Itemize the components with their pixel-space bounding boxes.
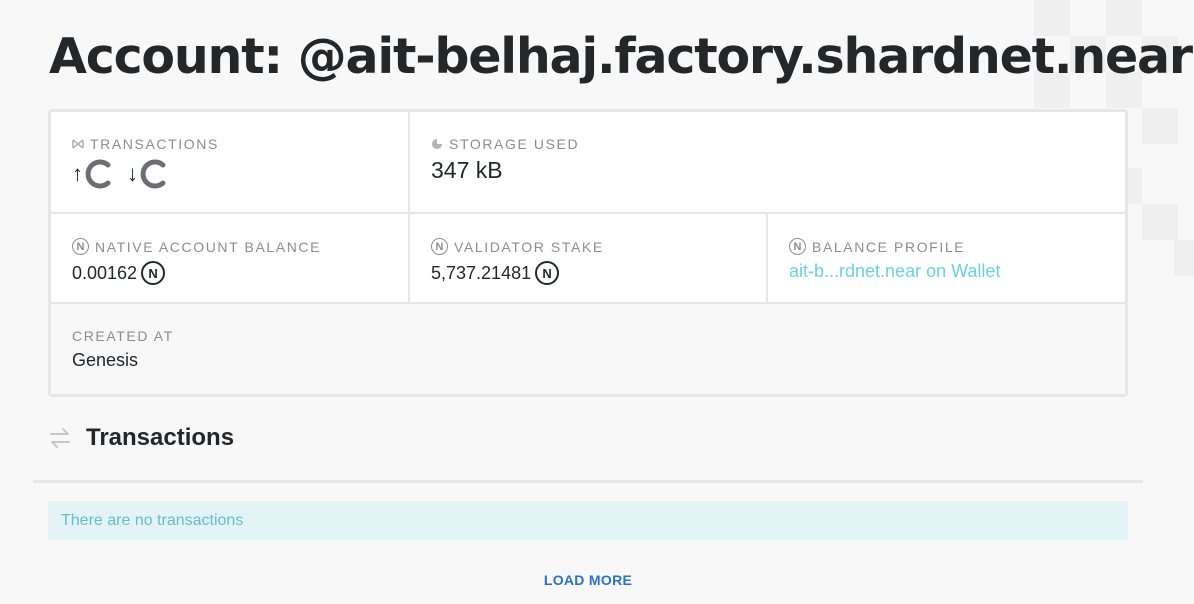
- storage-value: 347 kB: [431, 157, 503, 183]
- storage-label: STORAGE USED: [449, 136, 580, 152]
- near-logo-icon: N: [72, 238, 89, 255]
- native-balance-value: 0.00162: [72, 262, 138, 283]
- near-logo-icon: N: [431, 238, 448, 255]
- transactions-title: Transactions: [86, 424, 235, 451]
- transactions-cell: TRANSACTIONS ↑ ↓: [51, 112, 410, 214]
- created-at-cell: CREATED AT Genesis: [51, 304, 1125, 394]
- transactions-counts: ↑ ↓: [72, 156, 408, 192]
- near-logo-icon: N: [535, 261, 560, 285]
- near-logo-icon: N: [789, 238, 806, 255]
- balance-profile-label: BALANCE PROFILE: [812, 238, 966, 255]
- storage-pie-icon: [432, 139, 442, 149]
- balance-profile-cell: N BALANCE PROFILE ait-b...rdnet.near on …: [768, 214, 1125, 304]
- validator-stake-value: 5,737.21481: [431, 262, 532, 283]
- near-logo-icon: N: [141, 261, 166, 285]
- created-at-value: Genesis: [72, 350, 139, 370]
- account-details-card: TRANSACTIONS ↑ ↓ STORAGE USED 347 kB N N…: [48, 109, 1128, 397]
- validator-stake-cell: N VALIDATOR STAKE 5,737.21481 N: [410, 214, 768, 304]
- empty-transactions-notice: There are no transactions: [48, 501, 1128, 540]
- validator-stake-label: VALIDATOR STAKE: [454, 238, 604, 255]
- loading-spinner-icon: [140, 159, 166, 189]
- incoming-arrow-icon: ↓: [127, 161, 138, 186]
- wallet-profile-link[interactable]: ait-b...rdnet.near on Wallet: [789, 261, 1000, 282]
- outgoing-arrow-icon: ↑: [72, 161, 83, 186]
- section-divider: [33, 480, 1143, 483]
- page-title: Account: @ait-belhaj.factory.shardnet.ne…: [49, 28, 1193, 85]
- created-at-label: CREATED AT: [72, 328, 174, 344]
- storage-cell: STORAGE USED 347 kB: [410, 112, 1125, 214]
- loading-spinner-icon: [85, 159, 111, 189]
- transactions-label: TRANSACTIONS: [90, 136, 219, 152]
- load-more-button[interactable]: LOAD MORE: [0, 572, 1176, 588]
- native-balance-label: NATIVE ACCOUNT BALANCE: [95, 238, 322, 255]
- transactions-header: Transactions: [48, 424, 234, 452]
- transfer-arrows-icon: [50, 428, 70, 448]
- native-balance-cell: N NATIVE ACCOUNT BALANCE 0.00162 N: [51, 214, 410, 304]
- transactions-icon: [72, 139, 84, 149]
